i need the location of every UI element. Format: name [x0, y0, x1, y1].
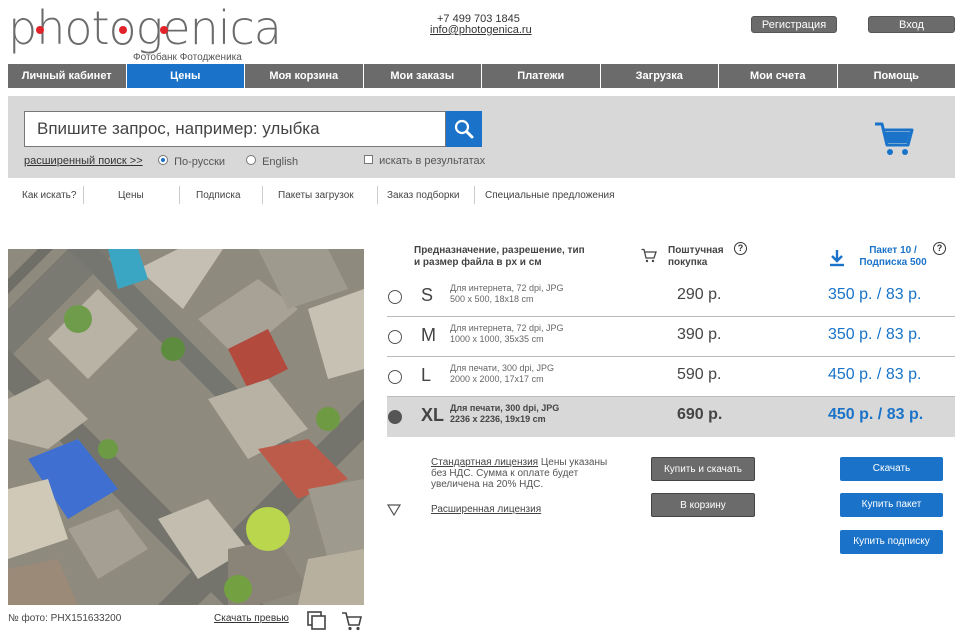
- single-price: 690 р.: [677, 406, 723, 423]
- pricing-header-purpose: Предназначение, разрешение, тип и размер…: [414, 245, 585, 268]
- size-radio[interactable]: [388, 330, 402, 344]
- nav-item-upload[interactable]: Загрузка: [600, 64, 719, 88]
- pack-price: 350 р. / 83 р.: [828, 326, 922, 343]
- subnav-divider: [179, 186, 180, 204]
- add-to-cart-icon[interactable]: [341, 610, 363, 637]
- subnav-upload-packs[interactable]: Пакеты загрузок: [278, 190, 354, 201]
- advanced-search-link[interactable]: расширенный поиск >>: [24, 155, 143, 167]
- subnav-how-to-search[interactable]: Как искать?: [22, 190, 76, 201]
- subnav-special-offers[interactable]: Специальные предложения: [485, 190, 615, 201]
- nav-item-help[interactable]: Помощь: [837, 64, 955, 88]
- lang-ru-radio[interactable]: [158, 155, 168, 165]
- search-icon: [454, 119, 474, 139]
- size-label: M: [421, 325, 436, 345]
- size-desc-line1: Для интернета, 72 dpi, JPG: [450, 283, 564, 293]
- lang-en-radio[interactable]: [246, 155, 256, 165]
- photo-id: № фото: PHX151633200: [8, 613, 122, 624]
- size-desc-line2: 2236 x 2236, 19x19 cm: [450, 414, 546, 424]
- buy-and-download-button[interactable]: Купить и скачать: [651, 457, 755, 481]
- size-desc-line2: 2000 x 2000, 17x17 cm: [450, 374, 544, 384]
- download-button[interactable]: Скачать: [840, 457, 943, 481]
- download-preview-link[interactable]: Скачать превью: [214, 613, 289, 624]
- email-link[interactable]: info@photogenica.ru: [430, 24, 532, 36]
- price-row-m[interactable]: M Для интернета, 72 dpi, JPG 1000 x 1000…: [387, 317, 955, 357]
- subnav-divider: [262, 186, 263, 204]
- main-nav: Личный кабинет Цены Моя корзина Мои зака…: [8, 64, 955, 88]
- lang-en-option[interactable]: English: [246, 155, 298, 168]
- lang-ru-option[interactable]: По-русски: [158, 155, 225, 168]
- subnav-subscription[interactable]: Подписка: [196, 190, 241, 201]
- nav-item-prices[interactable]: Цены: [126, 64, 245, 88]
- buy-pack-button[interactable]: Купить пакет: [840, 493, 943, 517]
- size-desc-line2: 500 x 500, 18x18 cm: [450, 294, 534, 304]
- size-label: L: [421, 365, 432, 385]
- size-radio[interactable]: [388, 410, 402, 424]
- nav-item-invoices[interactable]: Мои счета: [719, 64, 838, 88]
- search-button[interactable]: [446, 111, 482, 147]
- nav-item-account[interactable]: Личный кабинет: [8, 64, 127, 88]
- search-in-results-checkbox[interactable]: [364, 155, 373, 164]
- price-row-l[interactable]: L Для печати, 300 dpi, JPG 2000 x 2000, …: [387, 357, 955, 397]
- price-row-s[interactable]: S Для интернета, 72 dpi, JPG 500 x 500, …: [387, 277, 955, 317]
- help-pack-icon[interactable]: ?: [933, 242, 946, 255]
- cart-small-icon: [641, 248, 657, 268]
- pack-price: 450 р. / 83 р.: [828, 366, 922, 383]
- pricing-header-single-line2: покупка: [668, 257, 708, 268]
- lang-ru-label: По-русски: [174, 156, 226, 168]
- size-label: XL: [421, 405, 445, 425]
- size-desc-line2: 1000 x 1000, 35x35 cm: [450, 334, 544, 344]
- download-icon: [828, 249, 846, 272]
- search-in-results-label: искать в результатах: [379, 155, 486, 167]
- single-price: 390 р.: [677, 326, 722, 343]
- single-price: 590 р.: [677, 366, 722, 383]
- search-input[interactable]: Впишите запрос, например: улыбка: [24, 111, 446, 147]
- subnav-divider: [377, 186, 378, 204]
- nav-item-payments[interactable]: Платежи: [482, 64, 601, 88]
- subnav-divider: [83, 186, 84, 204]
- expand-triangle-icon[interactable]: [386, 503, 402, 521]
- cart-icon[interactable]: [874, 120, 914, 163]
- pack-price: 350 р. / 83 р.: [828, 286, 922, 303]
- buy-subscription-button[interactable]: Купить подписку: [840, 530, 943, 554]
- copy-icon[interactable]: [306, 610, 328, 637]
- size-desc-line1: Для печати, 300 dpi, JPG: [450, 403, 560, 413]
- subnav-prices[interactable]: Цены: [118, 190, 144, 201]
- search-in-results-option[interactable]: искать в результатах: [364, 155, 485, 167]
- logo[interactable]: photogenica: [8, 2, 282, 54]
- pricing-header-single-line1: Поштучная: [668, 245, 724, 256]
- pack-price: 450 р. / 83 р.: [828, 406, 924, 423]
- nav-item-cart[interactable]: Моя корзина: [245, 64, 364, 88]
- register-button[interactable]: Регистрация: [751, 16, 837, 33]
- subnav-divider: [474, 186, 475, 204]
- add-to-cart-button[interactable]: В корзину: [651, 493, 755, 517]
- price-row-xl[interactable]: XL Для печати, 300 dpi, JPG 2236 x 2236,…: [387, 397, 955, 437]
- photo-preview[interactable]: [8, 249, 364, 605]
- size-radio[interactable]: [388, 290, 402, 304]
- size-desc-line1: Для интернета, 72 dpi, JPG: [450, 323, 564, 333]
- logo-subtitle: Фотобанк Фотодженика: [133, 52, 242, 63]
- size-label: S: [421, 285, 434, 305]
- pricing-header-pack-line2: Подписка 500: [859, 257, 927, 268]
- single-price: 290 р.: [677, 286, 722, 303]
- size-desc-line1: Для печати, 300 dpi, JPG: [450, 363, 554, 373]
- lang-en-label: English: [262, 156, 299, 168]
- license-info: Стандартная лицензия Цены указаны без НД…: [431, 457, 616, 490]
- subnav-collection-order[interactable]: Заказ подборки: [387, 190, 459, 201]
- login-button[interactable]: Вход: [868, 16, 955, 33]
- pricing-header-pack-line1: Пакет 10 /: [869, 245, 917, 256]
- extended-license-link[interactable]: Расширенная лицензия: [431, 504, 541, 515]
- standard-license-link[interactable]: Стандартная лицензия: [431, 457, 538, 468]
- size-radio[interactable]: [388, 370, 402, 384]
- help-single-icon[interactable]: ?: [734, 242, 747, 255]
- nav-item-orders[interactable]: Мои заказы: [363, 64, 482, 88]
